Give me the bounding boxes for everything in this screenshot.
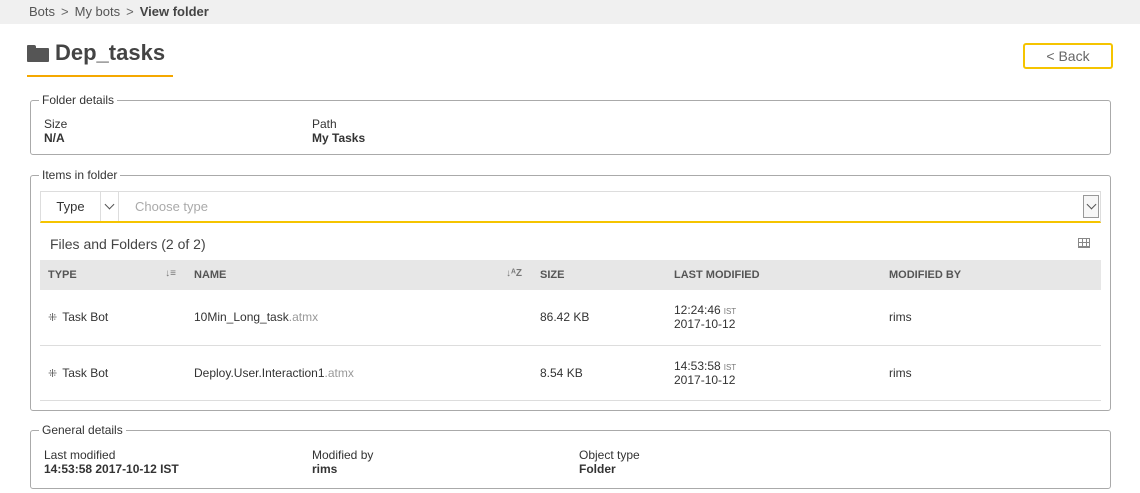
- breadcrumb-bots[interactable]: Bots: [29, 4, 55, 19]
- breadcrumb-current: View folder: [139, 4, 209, 19]
- object-type-label: Object type: [579, 448, 640, 462]
- column-header-modified-by[interactable]: Modified by: [881, 260, 1101, 290]
- breadcrumb: Bots > My bots > View folder: [0, 0, 1140, 24]
- modified-by-label: Modified by: [312, 448, 374, 462]
- path-field: Path My Tasks: [312, 117, 365, 145]
- files-table: Type ↓≡ Name ↓ᴬz Size Last modified Modifi…: [40, 260, 1101, 401]
- column-header-size[interactable]: Size: [532, 260, 666, 290]
- back-button[interactable]: < Back: [1023, 43, 1113, 69]
- folder-details-panel: Folder details Size N/A Path My Tasks: [30, 93, 1111, 155]
- choose-type-input[interactable]: [119, 192, 1083, 221]
- row-size: 8.54 KB: [532, 345, 666, 401]
- page-title-text: Dep_tasks: [55, 40, 166, 65]
- last-modified-label: Last modified: [44, 448, 116, 462]
- table-row[interactable]: ⁜ Task Bot Deploy.User.Interaction1.atmx …: [40, 345, 1101, 401]
- folder-details-legend: Folder details: [39, 93, 118, 107]
- breadcrumb-separator: >: [126, 4, 134, 19]
- row-name[interactable]: 10Min_Long_task.atmx: [186, 290, 532, 346]
- title-underline: [27, 75, 173, 77]
- task-bot-icon: ⁜: [48, 312, 58, 325]
- object-type-field: Object type Folder: [579, 448, 640, 476]
- path-value: My Tasks: [312, 131, 366, 145]
- table-title: Files and Folders (2 of 2): [50, 236, 206, 252]
- breadcrumb-separator: >: [61, 4, 69, 19]
- type-dropdown-button[interactable]: [101, 192, 119, 221]
- choose-type-dropdown-button[interactable]: [1083, 195, 1099, 218]
- column-settings-icon[interactable]: [1078, 238, 1090, 248]
- row-type: ⁜ Task Bot: [40, 290, 186, 346]
- breadcrumb-my-bots[interactable]: My bots: [75, 4, 121, 19]
- column-header-type[interactable]: Type ↓≡: [40, 260, 186, 290]
- row-type: ⁜ Task Bot: [40, 345, 186, 401]
- row-last-modified: 14:53:58 IST 2017-10-12: [666, 345, 881, 401]
- sort-az-icon[interactable]: ↓ᴬz: [506, 268, 522, 279]
- page-title: Dep_tasks: [27, 40, 165, 66]
- chevron-down-icon: [104, 199, 115, 210]
- path-label: Path: [312, 117, 337, 131]
- last-modified-field: Last modified 14:53:58 2017-10-12 IST: [44, 448, 179, 476]
- row-modified-by: rims: [881, 345, 1101, 401]
- task-bot-icon: ⁜: [48, 367, 58, 380]
- table-header-row: Type ↓≡ Name ↓ᴬz Size Last modified Modifi…: [40, 260, 1101, 290]
- object-type-value: Folder: [579, 462, 616, 476]
- folder-icon: [27, 44, 49, 62]
- row-last-modified: 12:24:46 IST 2017-10-12: [666, 290, 881, 346]
- type-filter-label: Type: [41, 192, 101, 221]
- size-value: N/A: [44, 131, 65, 145]
- general-details-legend: General details: [39, 423, 126, 437]
- size-label: Size: [44, 117, 68, 131]
- row-modified-by: rims: [881, 290, 1101, 346]
- items-in-folder-legend: Items in folder: [39, 168, 121, 182]
- modified-by-value: rims: [312, 462, 338, 476]
- column-header-last-modified[interactable]: Last modified: [666, 260, 881, 290]
- modified-by-field: Modified by rims: [312, 448, 373, 476]
- chevron-down-icon: [1086, 199, 1096, 210]
- last-modified-value: 14:53:58 2017-10-12 IST: [44, 462, 179, 476]
- sort-icon[interactable]: ↓≡: [165, 268, 176, 279]
- row-size: 86.42 KB: [532, 290, 666, 346]
- general-details-panel: General details Last modified 14:53:58 2…: [30, 423, 1111, 489]
- size-field: Size N/A: [44, 117, 67, 145]
- table-row[interactable]: ⁜ Task Bot 10Min_Long_task.atmx 86.42 KB …: [40, 290, 1101, 346]
- type-filter: Type: [40, 191, 1101, 223]
- column-header-name[interactable]: Name ↓ᴬz: [186, 260, 532, 290]
- items-in-folder-panel: Items in folder Type Files and Folders (…: [30, 168, 1111, 411]
- row-name[interactable]: Deploy.User.Interaction1.atmx: [186, 345, 532, 401]
